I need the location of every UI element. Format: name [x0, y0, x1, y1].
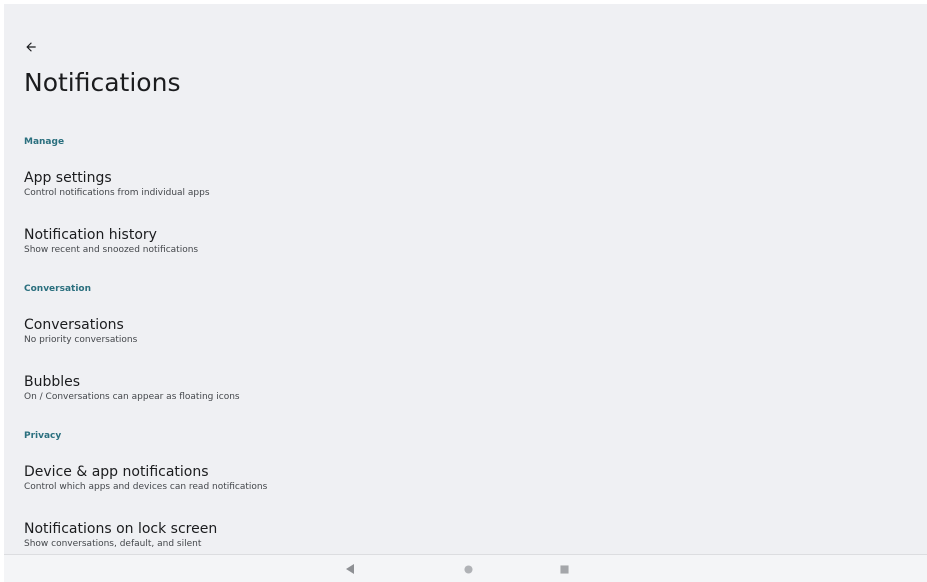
- pref-item-app-settings[interactable]: App settings Control notifications from …: [4, 164, 927, 221]
- arrow-back-icon: [26, 42, 36, 52]
- pref-title: Conversations: [24, 317, 124, 333]
- pref-item-lock-screen-notifications[interactable]: Notifications on lock screen Show conver…: [4, 515, 927, 554]
- nav-recents-button[interactable]: [557, 562, 571, 576]
- pref-summary: No priority conversations: [24, 335, 138, 345]
- section-header-conversation: Conversation: [24, 284, 92, 294]
- section-header-manage: Manage: [24, 137, 65, 147]
- pref-summary: Show recent and snoozed notifications: [24, 245, 199, 255]
- back-button[interactable]: [20, 36, 42, 58]
- pref-item-device-app-notifications[interactable]: Device & app notifications Control which…: [4, 458, 927, 515]
- pref-summary: Control notifications from individual ap…: [24, 188, 210, 198]
- nav-home-button[interactable]: [461, 562, 475, 576]
- preference-list: Manage App settings Control notification…: [4, 131, 927, 554]
- settings-screen: Notifications Manage App settings Contro…: [4, 4, 927, 582]
- pref-summary: Control which apps and devices can read …: [24, 482, 268, 492]
- page-title: Notifications: [24, 68, 181, 97]
- nav-back-button[interactable]: [343, 562, 357, 576]
- pref-summary: On / Conversations can appear as floatin…: [24, 392, 240, 402]
- pref-item-conversations[interactable]: Conversations No priority conversations: [4, 311, 927, 368]
- pref-item-notification-history[interactable]: Notification history Show recent and sno…: [4, 221, 927, 278]
- pref-title: Notification history: [24, 227, 157, 243]
- pref-title: Bubbles: [24, 374, 81, 390]
- pref-title: App settings: [24, 170, 112, 186]
- nav-recents-square-icon: [559, 564, 569, 574]
- nav-back-triangle-icon: [346, 564, 354, 574]
- pref-title: Device & app notifications: [24, 464, 209, 480]
- pref-title: Notifications on lock screen: [24, 521, 218, 537]
- section-header-privacy: Privacy: [24, 431, 62, 441]
- pref-summary: Show conversations, default, and silent: [24, 539, 202, 549]
- system-navigation-bar: [4, 554, 927, 582]
- pref-item-bubbles[interactable]: Bubbles On / Conversations can appear as…: [4, 368, 927, 425]
- nav-home-circle-icon: [463, 564, 473, 574]
